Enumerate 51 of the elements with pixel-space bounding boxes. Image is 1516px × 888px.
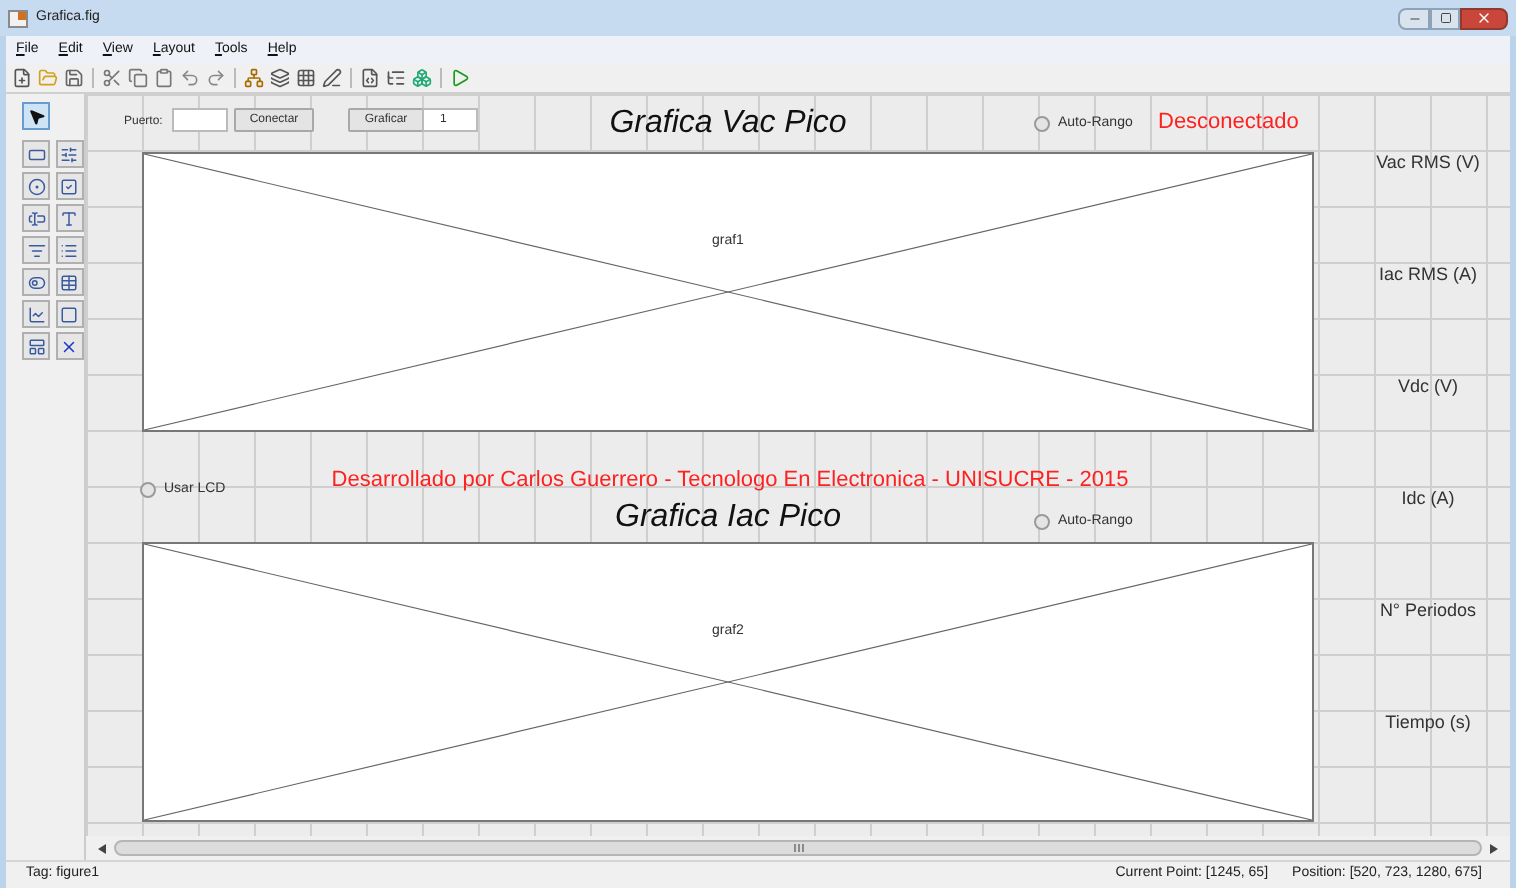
table-icon[interactable]: [55, 268, 83, 296]
cut-icon[interactable]: [102, 68, 122, 88]
pencil-icon[interactable]: [322, 68, 342, 88]
checkbox-icon[interactable]: [55, 172, 83, 200]
plot-title: Grafica Vac Pico: [607, 104, 849, 144]
readout-label: Iac RMS (A): [1376, 262, 1479, 288]
popup-menu-icon[interactable]: [22, 236, 50, 264]
paste-icon[interactable]: [154, 68, 174, 88]
scroll-left-icon[interactable]: [98, 843, 106, 853]
tree-icon[interactable]: [386, 68, 406, 88]
grid-icon[interactable]: [296, 68, 316, 88]
connection-status: Desconectado: [1158, 108, 1299, 138]
close-icon: [1476, 10, 1492, 26]
edit-field-icon[interactable]: [22, 204, 50, 232]
radio-icon[interactable]: [22, 172, 50, 200]
figure-icon: [8, 9, 28, 27]
panel-icon[interactable]: [55, 300, 83, 328]
push-button-icon[interactable]: [22, 140, 50, 168]
select-tool-icon[interactable]: [22, 102, 50, 130]
list-icon[interactable]: [55, 236, 83, 264]
readout-label: Idc (A): [1399, 486, 1457, 512]
close-button[interactable]: [1460, 7, 1508, 29]
activex-icon[interactable]: [55, 332, 83, 360]
axes-icon[interactable]: [22, 300, 50, 328]
radio-button[interactable]: [1034, 514, 1050, 531]
plot-title: Grafica Iac Pico: [613, 498, 843, 538]
redo-icon[interactable]: [206, 68, 226, 88]
toggle-icon[interactable]: [22, 268, 50, 296]
new-file-icon[interactable]: [12, 68, 32, 88]
maximize-icon: [1439, 12, 1451, 24]
credits-text: Desarrollado por Carlos Guerrero - Tecnologo En Electronica - UNISUCRE - 2015: [329, 466, 1131, 496]
readout-label: Vac RMS (V): [1374, 150, 1482, 176]
readout-label: Vdc (V): [1395, 374, 1460, 400]
copy-icon[interactable]: [128, 68, 148, 88]
slider-icon[interactable]: [55, 140, 83, 168]
text-icon[interactable]: [55, 204, 83, 232]
code-file-icon[interactable]: [360, 68, 380, 88]
save-icon[interactable]: [64, 68, 84, 88]
maximize-button[interactable]: [1430, 7, 1460, 29]
undo-icon[interactable]: [180, 68, 200, 88]
port-input-field[interactable]: [172, 108, 228, 132]
readout-label: N° Periodos: [1377, 598, 1479, 624]
scrollbar-thumb[interactable]: [114, 840, 1482, 856]
radio-button[interactable]: [140, 482, 156, 499]
radio-button[interactable]: [1034, 116, 1050, 133]
align-icon[interactable]: [244, 68, 264, 88]
button-group-icon[interactable]: [22, 332, 50, 360]
run-icon[interactable]: [450, 68, 470, 88]
readout-label: Tiempo (s): [1383, 710, 1473, 736]
scroll-right-icon[interactable]: [1490, 843, 1498, 853]
layers-icon[interactable]: [270, 68, 290, 88]
